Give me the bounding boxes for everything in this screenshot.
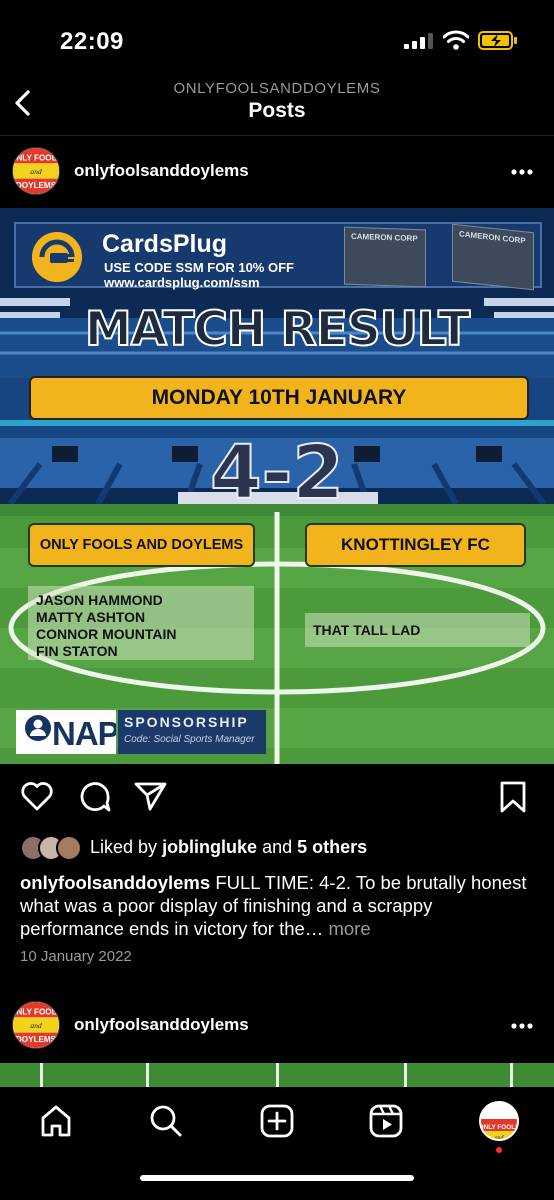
- svg-text:ONLY FOOLS: ONLY FOOLS: [13, 153, 59, 162]
- notification-dot: [496, 1147, 502, 1153]
- caption-username[interactable]: onlyfoolsanddoylems: [20, 872, 210, 893]
- post-date: 10 January 2022: [20, 948, 132, 965]
- post-actions: [0, 780, 554, 820]
- status-time: 22:09: [60, 28, 124, 55]
- page-title: Posts: [248, 99, 306, 122]
- scorer-name: FIN STATON: [36, 643, 118, 659]
- wifi-icon: [443, 30, 469, 50]
- caption-more-link[interactable]: more: [328, 918, 370, 939]
- next-post-image[interactable]: [0, 1063, 554, 1087]
- likes-text: Liked by joblingluke and 5 others: [90, 837, 368, 857]
- post-author[interactable]: onlyfoolsanddoylems: [74, 161, 249, 181]
- sponsor-banner: NAP SPONSORSHIP Code: Social Sports Mana…: [16, 710, 266, 754]
- svg-text:and: and: [30, 167, 42, 176]
- heart-icon[interactable]: [20, 780, 54, 812]
- liker-username[interactable]: joblingluke: [162, 837, 257, 857]
- next-post-header: ONLY FOOLS and DOYLEMS onlyfoolsanddoyle…: [0, 991, 554, 1061]
- svg-text:ONLY FOOLS: ONLY FOOLS: [481, 1124, 517, 1131]
- ad-promo-code: USE CODE SSM FOR 10% OFF: [104, 260, 294, 275]
- more-options-icon[interactable]: [510, 168, 534, 176]
- match-score: 4-2: [209, 429, 345, 517]
- away-team-name: KNOTTINGLEY FC: [305, 523, 526, 567]
- search-icon[interactable]: [148, 1103, 184, 1139]
- svg-text:and: and: [30, 1021, 42, 1030]
- posts-header: ONLYFOOLSANDDOYLEMS Posts: [0, 80, 554, 136]
- svg-text:DOYLEMS: DOYLEMS: [16, 181, 57, 190]
- home-icon[interactable]: [38, 1103, 74, 1139]
- scorer-name: MATTY ASHTON: [36, 609, 146, 625]
- scorer-name: THAT TALL LAD: [313, 622, 421, 638]
- post-header: ONLY FOOLS and DOYLEMS onlyfoolsanddoyle…: [0, 137, 554, 207]
- scorer-name: CONNOR MOUNTAIN: [36, 626, 177, 642]
- match-result-heading: MATCH RESULT: [84, 301, 471, 358]
- scorer-name: JASON HAMMOND: [36, 592, 163, 608]
- more-options-icon[interactable]: [510, 1022, 534, 1030]
- sponsorship-label: SPONSORSHIP: [124, 714, 249, 730]
- status-bar: 22:09: [0, 0, 554, 80]
- avatar[interactable]: ONLY FOOLS and DOYLEMS: [12, 1001, 60, 1049]
- post-caption: onlyfoolsanddoylems FULL TIME: 4-2. To b…: [20, 871, 540, 940]
- avatar: [56, 835, 82, 861]
- svg-text:DOYLEMS: DOYLEMS: [16, 1035, 57, 1044]
- reels-icon[interactable]: [368, 1103, 404, 1139]
- post-image[interactable]: CardsPlug USE CODE SSM FOR 10% OFF www.c…: [0, 208, 554, 764]
- post-author[interactable]: onlyfoolsanddoylems: [74, 1015, 249, 1035]
- battery-charging-icon: [478, 31, 517, 50]
- club-logo-icon: ONLY FOOLS and DOYLEMS: [13, 1002, 59, 1048]
- cardsplug-ad-banner[interactable]: CardsPlug USE CODE SSM FOR 10% OFF www.c…: [14, 222, 542, 291]
- svg-text:ONLY FOOLS: ONLY FOOLS: [13, 1007, 59, 1016]
- sponsorship-code: Code: Social Sports Manager: [124, 734, 255, 745]
- home-indicator[interactable]: [140, 1175, 414, 1181]
- person-icon: [25, 715, 51, 741]
- home-team-name: ONLY FOOLS AND DOYLEMS: [28, 523, 255, 567]
- likes-others-link[interactable]: 5 others: [297, 837, 367, 857]
- avatar[interactable]: ONLY FOOLS and DOYLEMS: [12, 147, 60, 195]
- cellular-signal-icon: [404, 33, 433, 49]
- share-icon[interactable]: [134, 780, 168, 812]
- ad-url: www.cardsplug.com/ssm: [104, 275, 260, 290]
- sponsorship-box: SPONSORSHIP Code: Social Sports Manager: [118, 710, 266, 754]
- ad-brand: CardsPlug: [102, 230, 228, 258]
- liker-avatars: [20, 835, 90, 861]
- match-date: MONDAY 10TH JANUARY: [29, 376, 529, 420]
- home-scorers-list: JASON HAMMOND MATTY ASHTON CONNOR MOUNTA…: [28, 586, 254, 660]
- profile-avatar[interactable]: ONLY FOOLS and DOYLEMS: [479, 1101, 519, 1141]
- club-logo-icon: ONLY FOOLS and DOYLEMS: [13, 148, 59, 194]
- player-card: CAMERON CORP: [344, 226, 426, 288]
- likes-row[interactable]: Liked by joblingluke and 5 others: [20, 835, 540, 861]
- svg-text:and: and: [495, 1135, 505, 1141]
- bookmark-icon[interactable]: [498, 780, 528, 814]
- bottom-navigation: ONLY FOOLS and DOYLEMS: [0, 1087, 554, 1200]
- club-logo-icon: ONLY FOOLS and DOYLEMS: [481, 1119, 517, 1141]
- comment-icon[interactable]: [78, 780, 112, 814]
- away-scorers-list: THAT TALL LAD: [305, 613, 530, 647]
- plug-icon: [32, 232, 82, 282]
- player-card: CAMERON CORP: [452, 223, 534, 291]
- header-username: ONLYFOOLSANDDOYLEMS: [173, 80, 381, 97]
- create-icon[interactable]: [259, 1103, 295, 1139]
